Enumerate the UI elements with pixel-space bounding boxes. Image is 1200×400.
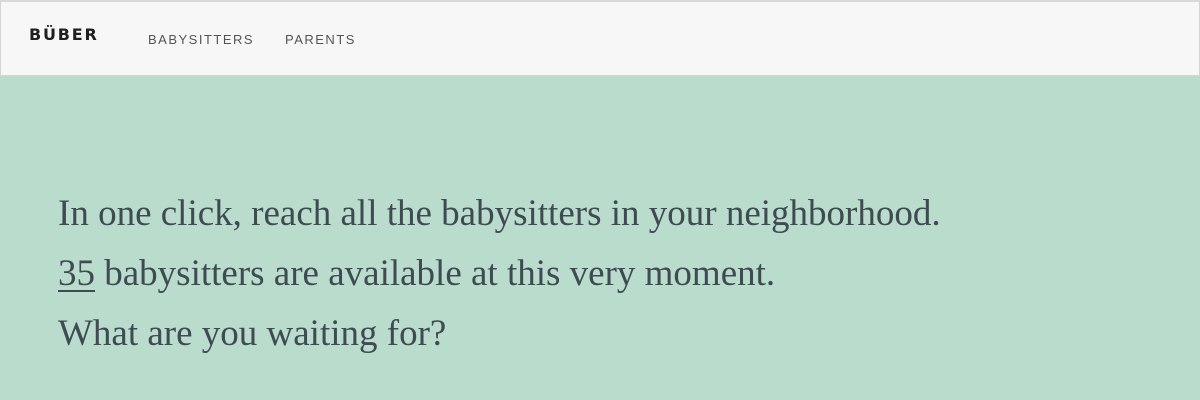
hero-headline: In one click, reach all the babysitters … xyxy=(58,193,941,234)
nav-babysitters-link[interactable]: BABYSITTERS xyxy=(148,32,254,47)
hero-availability-line: 35 babysitters are available at this ver… xyxy=(58,255,775,292)
availability-text: babysitters are available at this very m… xyxy=(95,253,776,294)
hero-section: In one click, reach all the babysitters … xyxy=(0,76,1200,400)
babysitter-count-link[interactable]: 35 xyxy=(58,253,95,294)
nav-parents-link[interactable]: PARENTS xyxy=(285,32,356,47)
brand-logo[interactable]: BÜBER xyxy=(29,25,99,44)
hero-question: What are you waiting for? xyxy=(58,313,447,354)
top-navbar: BÜBER BABYSITTERS PARENTS xyxy=(0,0,1200,76)
